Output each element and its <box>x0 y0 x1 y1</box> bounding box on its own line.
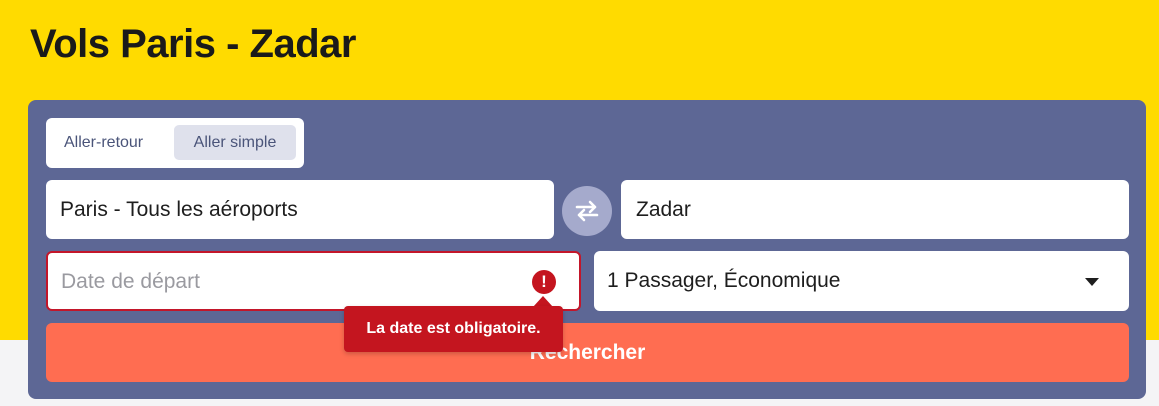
origin-field[interactable]: Paris - Tous les aéroports <box>46 180 554 239</box>
destination-field[interactable]: Zadar <box>621 180 1129 239</box>
swap-button[interactable] <box>562 186 612 236</box>
page-title: Vols Paris - Zadar <box>30 22 356 66</box>
passengers-select[interactable]: 1 Passager, Économique <box>594 251 1129 311</box>
departure-date-field[interactable]: Date de départ <box>46 251 581 311</box>
trip-option-round-trip[interactable]: Aller-retour <box>56 125 151 160</box>
trip-type-toggle: Aller-retour Aller simple <box>46 118 304 168</box>
swap-arrows-icon <box>575 200 599 222</box>
chevron-down-icon <box>1085 278 1099 286</box>
date-error-tooltip: La date est obligatoire. <box>344 306 563 352</box>
trip-option-one-way[interactable]: Aller simple <box>174 125 296 160</box>
search-button[interactable]: Rechercher <box>46 323 1129 382</box>
exclamation-icon: ! <box>532 270 556 294</box>
